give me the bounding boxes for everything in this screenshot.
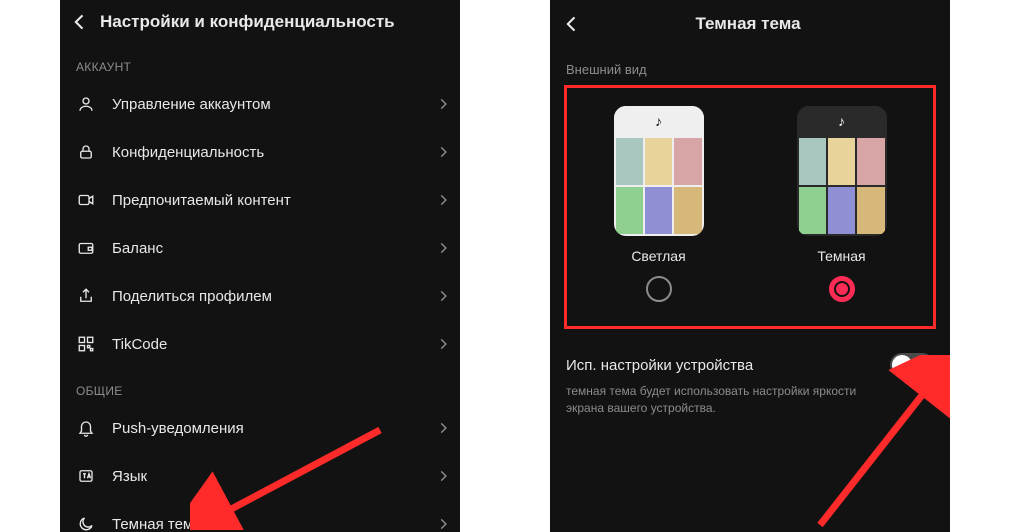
share-icon bbox=[76, 286, 96, 306]
row-dark-mode[interactable]: Темная тема bbox=[60, 500, 460, 532]
music-note-icon: ♪ bbox=[797, 106, 887, 136]
header: Темная тема bbox=[550, 0, 950, 46]
row-balance[interactable]: Баланс bbox=[60, 224, 460, 272]
chevron-right-icon bbox=[436, 517, 444, 531]
row-label: Баланс bbox=[112, 240, 420, 257]
theme-name-light: Светлая bbox=[631, 248, 685, 264]
chevron-right-icon bbox=[436, 241, 444, 255]
lock-icon bbox=[76, 142, 96, 162]
music-note-icon: ♪ bbox=[614, 106, 704, 136]
theme-preview-light: ♪ bbox=[614, 106, 704, 236]
device-settings-description: темная тема будет использовать настройки… bbox=[566, 383, 897, 417]
chevron-right-icon bbox=[436, 145, 444, 159]
theme-name-dark: Темная bbox=[817, 248, 865, 264]
bell-icon bbox=[76, 418, 96, 438]
device-settings-title: Исп. настройки устройства bbox=[566, 357, 753, 374]
row-privacy[interactable]: Конфиденциальность bbox=[60, 128, 460, 176]
video-icon bbox=[76, 190, 96, 210]
row-label: TikCode bbox=[112, 336, 420, 353]
row-label: Темная тема bbox=[112, 516, 420, 532]
settings-screen: Настройки и конфиденциальность АККАУНТ У… bbox=[60, 0, 460, 532]
moon-icon bbox=[76, 514, 96, 532]
row-content-prefs[interactable]: Предпочитаемый контент bbox=[60, 176, 460, 224]
dark-mode-screen: Темная тема Внешний вид ♪ Светлая bbox=[550, 0, 950, 532]
row-manage-account[interactable]: Управление аккаунтом bbox=[60, 80, 460, 128]
row-label: Предпочитаемый контент bbox=[112, 192, 420, 209]
chevron-right-icon bbox=[436, 289, 444, 303]
radio-light[interactable] bbox=[646, 276, 672, 302]
row-label: Управление аккаунтом bbox=[112, 96, 420, 113]
theme-preview-dark: ♪ bbox=[797, 106, 887, 236]
row-label: Конфиденциальность bbox=[112, 144, 420, 161]
page-title: Настройки и конфиденциальность bbox=[100, 12, 446, 32]
section-label-account: АККАУНТ bbox=[60, 44, 460, 80]
back-icon[interactable] bbox=[70, 12, 90, 32]
row-label: Поделиться профилем bbox=[112, 288, 420, 305]
chevron-right-icon bbox=[436, 337, 444, 351]
wallet-icon bbox=[76, 238, 96, 258]
row-language[interactable]: Язык bbox=[60, 452, 460, 500]
chevron-right-icon bbox=[436, 193, 444, 207]
theme-option-light[interactable]: ♪ Светлая bbox=[614, 106, 704, 302]
language-icon bbox=[76, 466, 96, 486]
row-label: Язык bbox=[112, 468, 420, 485]
annotation-highlight-box: ♪ Светлая ♪ bbox=[564, 85, 936, 329]
appearance-label: Внешний вид bbox=[550, 46, 950, 85]
device-settings-toggle[interactable] bbox=[890, 353, 934, 377]
page-title: Темная тема bbox=[560, 14, 936, 34]
chevron-right-icon bbox=[436, 97, 444, 111]
chevron-right-icon bbox=[436, 421, 444, 435]
row-share-profile[interactable]: Поделиться профилем bbox=[60, 272, 460, 320]
user-icon bbox=[76, 94, 96, 114]
row-label: Push-уведомления bbox=[112, 420, 420, 437]
section-label-general: ОБЩИЕ bbox=[60, 368, 460, 404]
chevron-right-icon bbox=[436, 469, 444, 483]
back-icon[interactable] bbox=[562, 14, 582, 34]
theme-option-dark[interactable]: ♪ Темная bbox=[797, 106, 887, 302]
qrcode-icon bbox=[76, 334, 96, 354]
row-push-notifications[interactable]: Push-уведомления bbox=[60, 404, 460, 452]
header: Настройки и конфиденциальность bbox=[60, 0, 460, 44]
row-tikcode[interactable]: TikCode bbox=[60, 320, 460, 368]
radio-dark[interactable] bbox=[829, 276, 855, 302]
